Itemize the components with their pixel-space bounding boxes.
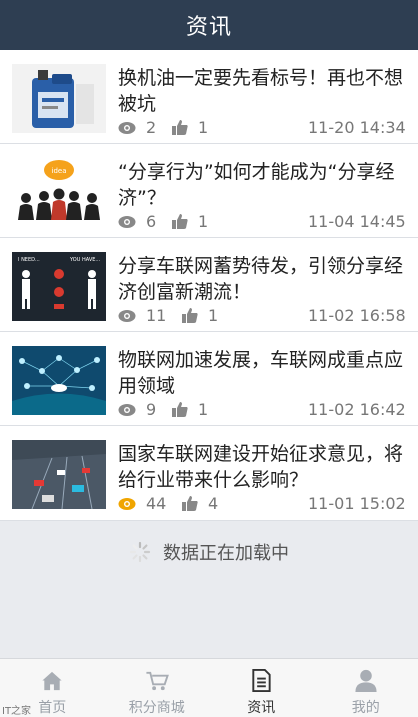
news-thumbnail: I NEED... YOU HAVE... [12, 252, 106, 321]
eye-icon [118, 216, 136, 228]
news-item-2[interactable]: idea “分享行为”如何才能成为“分享经济”？ 6 1 11-04 14:45 [0, 144, 418, 238]
news-item-1[interactable]: 换机油一定要先看标号！再也不想被坑 2 1 11-20 14:34 [0, 50, 418, 144]
publish-time: 11-04 14:45 [308, 212, 406, 231]
like-count: 1 [198, 212, 209, 231]
like-count: 1 [198, 118, 209, 137]
news-thumbnail [12, 346, 106, 415]
news-thumbnail: idea [12, 158, 106, 227]
view-count: 6 [146, 212, 157, 231]
spinner-icon [129, 541, 151, 563]
publish-time: 11-20 14:34 [308, 118, 406, 137]
news-meta: 11 1 11-02 16:58 [118, 306, 418, 328]
news-meta: 9 1 11-02 16:42 [118, 400, 418, 422]
tab-label: 积分商城 [128, 700, 185, 716]
thumb-idea-text: idea [52, 167, 67, 175]
news-title: 国家车联网建设开始征求意见，将给行业带来什么影响？ [118, 443, 404, 491]
thumb-have-text: YOU HAVE... [69, 257, 101, 263]
person-icon [355, 669, 377, 693]
like-count: 4 [208, 494, 219, 513]
tab-label: 首页 [38, 700, 67, 716]
tab-mine[interactable]: 我的 [314, 659, 418, 717]
news-item-4[interactable]: 物联网加速发展，车联网成重点应用领域 9 1 11-02 16:42 [0, 332, 418, 426]
thumbs-up-icon [182, 496, 198, 511]
eye-icon [118, 404, 136, 416]
eye-icon [118, 498, 136, 510]
watermark: IT之家 [2, 706, 32, 717]
tab-points-mall[interactable]: 积分商城 [105, 659, 210, 717]
document-icon [252, 668, 271, 693]
thumbs-up-icon [182, 308, 198, 323]
thumb-need-text: I NEED... [18, 257, 40, 263]
view-count: 9 [146, 400, 157, 419]
loading-indicator: 数据正在加载中 [0, 530, 418, 574]
publish-time: 11-02 16:58 [308, 306, 406, 325]
view-count: 11 [146, 306, 167, 325]
news-title: 物联网加速发展，车联网成重点应用领域 [118, 349, 404, 397]
tab-label: 资讯 [247, 700, 276, 716]
thumbs-up-icon [172, 120, 188, 135]
cart-icon [146, 671, 169, 691]
news-item-3[interactable]: I NEED... YOU HAVE... 分享车联网蓄势待发，引领分享经济创富… [0, 238, 418, 332]
news-thumbnail [12, 440, 106, 509]
news-title: 换机油一定要先看标号！再也不想被坑 [118, 67, 404, 115]
publish-time: 11-02 16:42 [308, 400, 406, 419]
publish-time: 11-01 15:02 [308, 494, 406, 513]
thumbs-up-icon [172, 402, 188, 417]
eye-icon [118, 122, 136, 134]
like-count: 1 [198, 400, 209, 419]
like-count: 1 [208, 306, 219, 325]
view-count: 44 [146, 494, 167, 513]
home-icon [42, 671, 62, 691]
header-bar: 资讯 [0, 0, 418, 50]
eye-icon [118, 310, 136, 322]
news-meta: 6 1 11-04 14:45 [118, 212, 418, 234]
thumbs-up-icon [172, 214, 188, 229]
news-thumbnail [12, 64, 106, 133]
news-title: 分享车联网蓄势待发，引领分享经济创富新潮流！ [118, 255, 404, 303]
view-count: 2 [146, 118, 157, 137]
news-meta: 44 4 11-01 15:02 [118, 494, 418, 516]
tab-news[interactable]: 资讯 [209, 659, 314, 717]
news-item-5[interactable]: 国家车联网建设开始征求意见，将给行业带来什么影响？ 44 4 11-01 15:… [0, 426, 418, 521]
page-title: 资讯 [185, 15, 232, 40]
app-root: 资讯 换机油一定要先看标号！再也不想被坑 2 1 11-20 14:34 ide… [0, 0, 418, 717]
news-meta: 2 1 11-20 14:34 [118, 118, 418, 140]
bottom-tab-bar: 首页 积分商城 资讯 我的 [0, 658, 418, 717]
loading-text: 数据正在加载中 [163, 543, 289, 564]
news-title: “分享行为”如何才能成为“分享经济”？ [118, 161, 395, 209]
tab-label: 我的 [351, 700, 380, 716]
news-list: 换机油一定要先看标号！再也不想被坑 2 1 11-20 14:34 idea “… [0, 50, 418, 521]
